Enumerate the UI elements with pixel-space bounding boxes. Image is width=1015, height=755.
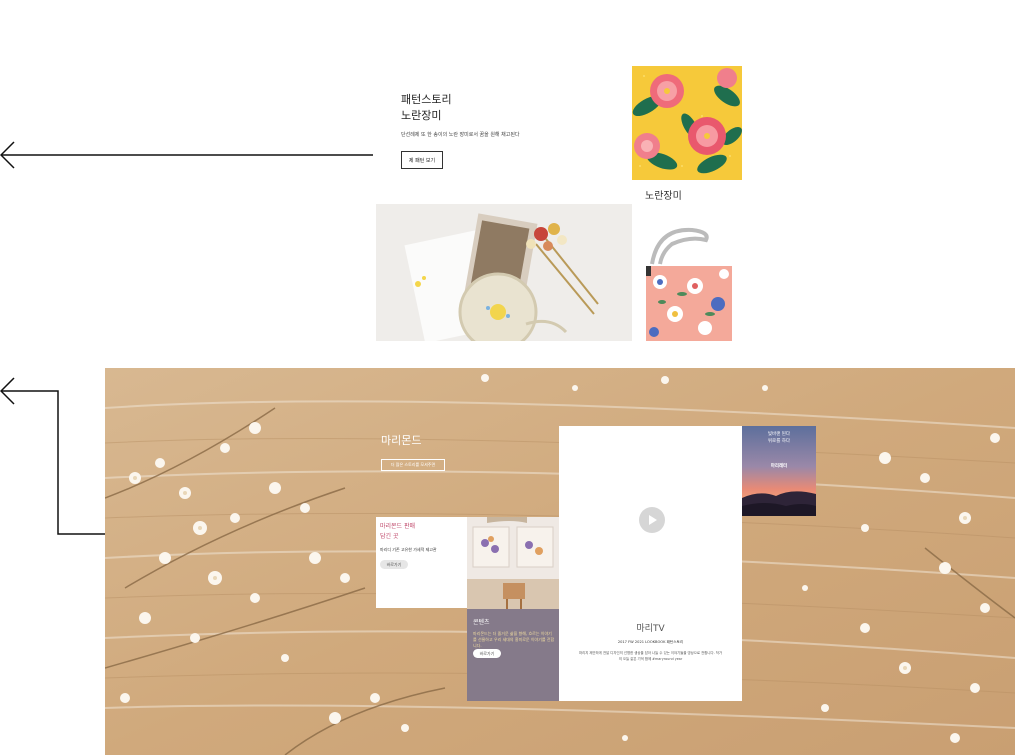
flower-pouch-image[interactable] [640,224,735,341]
sale-card-button[interactable]: 바로가기 [380,560,408,569]
mari-tv-subtitle: 2017 FW 2021 LOOKBOOK 패턴스토리 [617,640,684,644]
mari-letter-text-line2: 위로를 하다 [767,439,791,444]
sale-card-title-line1: 마리몬드 판매 [380,523,416,530]
mari-tv-description: 마리지 제안하게 전달 디자인의 선명한 생상을 담아 나눌 수 있는 이야기들… [579,651,722,661]
arrow-left-icon [0,141,373,169]
maryround-title: 마리몬드 [381,434,422,447]
pattern-story-title-line2: 노란장미 [401,109,442,122]
pattern-story-title: 패턴스토리 노란장미 [401,92,452,124]
yellow-rose-caption: 노란장미 [645,191,682,202]
play-icon [649,515,657,525]
play-button[interactable] [639,507,665,533]
pattern-story-description: 단선례제 또 한 송이의 노란 장미로서 꿈을 원해 채고된다 [401,132,520,138]
bouquet-product-image[interactable] [376,204,632,341]
contents-card-title: 콘텐츠 [473,619,490,626]
mari-tv-title: 마리TV [636,624,665,634]
contents-card: 콘텐츠 마리몬드는 더 즐거운 삶을 향해, 흐르는 이야기를 선물하고 우리 … [467,609,559,701]
pattern-story-title-line1: 패턴스토리 [401,93,452,106]
contents-card-button[interactable]: 바로가기 [473,649,501,658]
maryround-more-button[interactable]: 더 많은 스토리를 모셔주면 [381,459,445,471]
sale-card: 마리몬드 판매 담긴 곳 마리디 기존 고유한 가세적 제고관 바로가기 [376,517,467,608]
sale-card-title-line2: 담긴 곳 [380,533,399,540]
store-photo-image[interactable] [467,517,559,609]
arrow-left-elbow-icon [0,377,106,535]
mari-letter-text: 빛바랜 된다 위로를 하다 [742,431,816,445]
pattern-story-button[interactable]: 제 패턴 보기 [401,151,443,169]
mari-letter-label: 마리레터 [770,464,788,469]
mari-letter-text-line1: 빛바랜 된다 [767,432,791,437]
contents-card-description: 마리몬드는 더 즐거운 삶을 향해, 흐르는 이야기를 선물하고 우리 세대의 … [473,631,555,648]
sale-card-title: 마리몬드 판매 담긴 곳 [380,522,415,542]
yellow-rose-pattern-image[interactable] [632,66,742,180]
mari-letter-card[interactable]: 빛바랜 된다 위로를 하다 마리레터 [742,426,816,516]
mari-tv-card: 마리TV 2017 FW 2021 LOOKBOOK 패턴스토리 마리지 제안하… [559,426,742,701]
sale-card-description: 마리디 기존 고유한 가세적 제고관 [380,547,437,552]
